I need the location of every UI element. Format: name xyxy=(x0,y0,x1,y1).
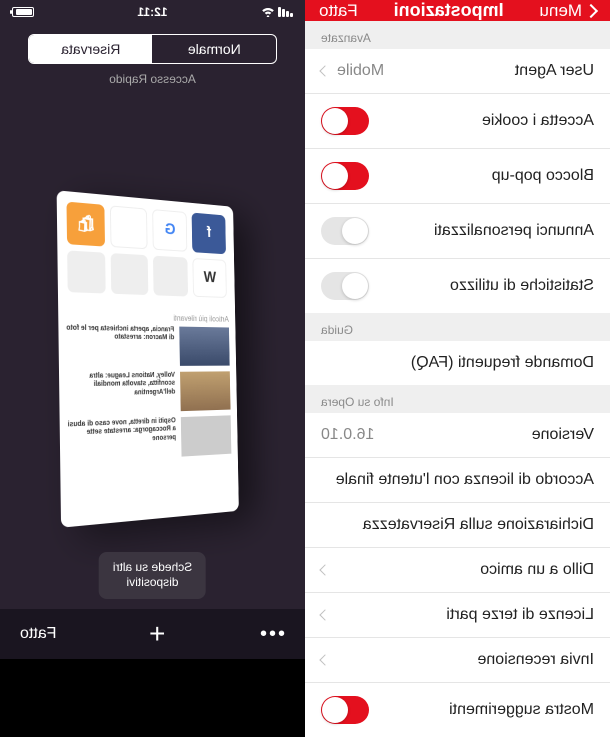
faq-row[interactable]: Domande frequenti (FAQ) xyxy=(305,341,610,385)
row-label: Licenze di terze parti xyxy=(446,606,594,624)
private-segment[interactable]: Riservata xyxy=(29,35,153,63)
news-headline: Francia, aperta inchiesta per le foto di… xyxy=(67,324,175,343)
signal-icon xyxy=(278,7,293,17)
cookies-row: Accetta i cookie xyxy=(305,94,610,149)
done-button[interactable]: Fatto xyxy=(319,1,358,21)
quick-access-label: Accesso Rapido xyxy=(0,72,305,86)
ads-row: Annunci personalizzati xyxy=(305,204,610,259)
row-label: Dichiarazione sulla Riservatezza xyxy=(363,516,594,534)
status-bar: 12:11 xyxy=(0,0,305,20)
tips-row: Mostra suggerimenti xyxy=(305,683,610,737)
section-help-label: Guida xyxy=(305,313,610,341)
settings-title: Impostazioni xyxy=(394,0,504,21)
row-label: Statistiche di utilizzo xyxy=(450,277,594,295)
back-button[interactable]: Menu xyxy=(539,1,596,21)
row-label: Invia recensione xyxy=(477,651,594,669)
dial-icon xyxy=(112,252,149,295)
licenses-row[interactable]: Licenze di terze parti xyxy=(305,593,610,638)
row-label: User Agent xyxy=(515,62,594,80)
shopping-icon: 🛍 xyxy=(67,201,106,246)
chevron-right-icon xyxy=(319,564,330,575)
version-value: 16.0.10 xyxy=(321,426,374,444)
dial-icon xyxy=(153,255,189,296)
normal-segment[interactable]: Normale xyxy=(153,35,277,63)
gmail-icon: ✉ xyxy=(111,205,148,248)
tab-card-area: f G ✉ 🛍 W Articoli più rilevanti Francia… xyxy=(0,106,305,609)
chevron-left-icon xyxy=(584,3,598,17)
done-button[interactable]: Fatto xyxy=(20,625,56,643)
row-label: Versione xyxy=(532,426,594,444)
section-about-label: Info su Opera xyxy=(305,385,610,413)
row-label: Accetta i cookie xyxy=(482,112,594,130)
settings-panel: Menu Impostazioni Fatto Avanzate User Ag… xyxy=(305,0,610,659)
row-label: Domande frequenti (FAQ) xyxy=(411,354,594,372)
row-label: Accordo di licenza con l'utente finale xyxy=(336,471,594,489)
chevron-right-icon xyxy=(319,65,330,76)
facebook-icon: f xyxy=(193,212,227,253)
other-devices-button[interactable]: Schede su altri dispositivi xyxy=(99,552,206,599)
wifi-icon xyxy=(261,7,275,17)
row-label: Dillo a un amico xyxy=(480,561,594,579)
news-thumb xyxy=(181,371,231,411)
ads-toggle[interactable] xyxy=(321,217,369,245)
more-button[interactable]: ••• xyxy=(258,623,285,646)
clock: 12:11 xyxy=(137,5,167,19)
stats-toggle[interactable] xyxy=(321,272,369,300)
news-headline: Volley, Nations League: altra sconfitta,… xyxy=(67,371,175,398)
privacy-row[interactable]: Dichiarazione sulla Riservatezza xyxy=(305,503,610,548)
settings-header: Menu Impostazioni Fatto xyxy=(305,0,610,21)
news-item: Ospiti in diretta, nove caso di abusi a … xyxy=(68,415,232,463)
tab-card[interactable]: f G ✉ 🛍 W Articoli più rilevanti Francia… xyxy=(57,190,239,527)
stats-row: Statistiche di utilizzo xyxy=(305,259,610,313)
news-section-label: Articoli più rilevanti xyxy=(67,310,230,323)
battery-icon xyxy=(12,7,34,17)
bottom-toolbar: ••• + Fatto xyxy=(0,609,305,659)
back-label: Menu xyxy=(539,1,582,21)
popup-toggle[interactable] xyxy=(321,162,369,190)
tell-friend-row[interactable]: Dillo a un amico xyxy=(305,548,610,593)
review-row[interactable]: Invia recensione xyxy=(305,638,610,683)
wikipedia-icon: W xyxy=(193,257,227,297)
speed-dial: f G ✉ 🛍 W xyxy=(57,190,235,307)
row-label: Annunci personalizzati xyxy=(434,222,594,240)
other-devices-label: Schede su altri dispositivi xyxy=(113,560,192,590)
row-label: Blocco pop-up xyxy=(492,167,594,185)
tab-mode-segmented: Normale Riservata xyxy=(28,34,277,64)
news-item: Volley, Nations League: altra sconfitta,… xyxy=(67,371,231,414)
row-value: Mobile xyxy=(337,62,384,80)
google-icon: G xyxy=(153,209,188,251)
dial-icon xyxy=(68,249,107,293)
new-tab-button[interactable]: + xyxy=(149,618,165,650)
cookies-toggle[interactable] xyxy=(321,107,369,135)
eula-row[interactable]: Accordo di licenza con l'utente finale xyxy=(305,458,610,503)
section-advanced-label: Avanzate xyxy=(305,21,610,49)
user-agent-row[interactable]: User Agent Mobile xyxy=(305,49,610,94)
tips-toggle[interactable] xyxy=(321,696,369,724)
tabs-panel: 12:11 Normale Riservata Accesso Rapido f… xyxy=(0,0,305,659)
news-thumb xyxy=(181,415,232,456)
row-label: Mostra suggerimenti xyxy=(449,701,594,719)
chevron-right-icon xyxy=(319,609,330,620)
chevron-right-icon xyxy=(319,654,330,665)
version-row: Versione 16.0.10 xyxy=(305,413,610,458)
popup-row: Blocco pop-up xyxy=(305,149,610,204)
news-thumb xyxy=(180,326,230,365)
news-headline: Ospiti in diretta, nove caso di abusi a … xyxy=(68,417,177,447)
news-item: Francia, aperta inchiesta per le foto di… xyxy=(67,324,230,366)
